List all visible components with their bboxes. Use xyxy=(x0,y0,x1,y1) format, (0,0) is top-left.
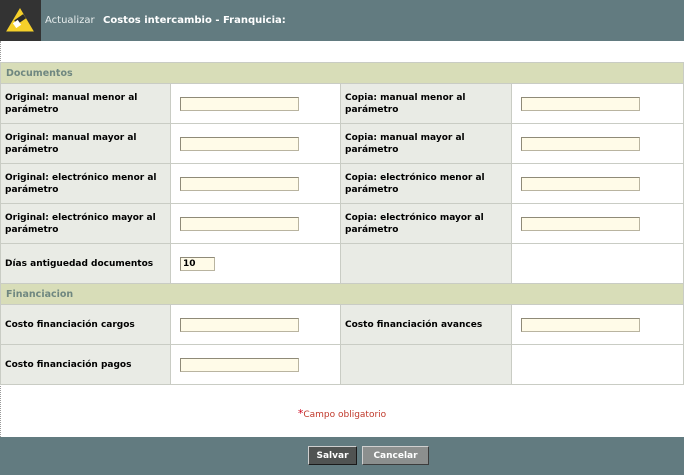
field-label: Costo financiación pagos xyxy=(0,344,171,385)
field-label: Original: manual menor al parámetro xyxy=(0,83,171,124)
costo-financiacion-cargos-input[interactable] xyxy=(180,317,299,332)
footer-bar: Salvar Cancelar xyxy=(0,437,684,475)
required-note: *Campo obligatorio xyxy=(0,407,684,420)
form-table: Documentos Original: manual menor al par… xyxy=(0,62,684,385)
form-row: Costo financiación cargos Costo financia… xyxy=(0,304,684,345)
original-electronico-menor-input[interactable] xyxy=(180,176,299,191)
form-row: Original: electrónico mayor al parámetro… xyxy=(0,203,684,244)
form-row: Original: manual mayor al parámetro Copi… xyxy=(0,123,684,164)
field-label: Copia: electrónico menor al parámetro xyxy=(340,163,512,204)
form-row: Días antiguedad documentos xyxy=(0,243,684,284)
title-bar: Actualizar Costos intercambio - Franquic… xyxy=(0,0,684,41)
original-manual-menor-input[interactable] xyxy=(180,96,299,111)
required-note-text: Campo obligatorio xyxy=(303,410,387,420)
copia-manual-mayor-input[interactable] xyxy=(521,136,640,151)
empty-cell xyxy=(340,243,512,284)
copia-electronico-mayor-input[interactable] xyxy=(521,216,640,231)
section-title: Documentos xyxy=(0,62,684,84)
copia-manual-menor-input[interactable] xyxy=(521,96,640,111)
dias-antiguedad-input[interactable] xyxy=(180,256,215,271)
section-title: Financiacion xyxy=(0,283,684,305)
costo-financiacion-pagos-input[interactable] xyxy=(180,357,299,372)
edit-pencil-icon xyxy=(6,8,34,32)
original-electronico-mayor-input[interactable] xyxy=(180,216,299,231)
form-row: Costo financiación pagos xyxy=(0,344,684,385)
empty-cell xyxy=(510,344,684,385)
cancel-button[interactable]: Cancelar xyxy=(362,446,429,465)
section-financiacion: Financiacion xyxy=(0,283,684,305)
form-row: Original: manual menor al parámetro Copi… xyxy=(0,83,684,124)
copia-electronico-menor-input[interactable] xyxy=(521,176,640,191)
field-label: Original: electrónico mayor al parámetro xyxy=(0,203,171,244)
action-label: Actualizar xyxy=(45,15,95,26)
edit-icon-box xyxy=(0,0,41,41)
section-documentos: Documentos xyxy=(0,62,684,84)
form-row: Original: electrónico menor al parámetro… xyxy=(0,163,684,204)
costo-financiacion-avances-input[interactable] xyxy=(521,317,640,332)
field-label: Original: electrónico menor al parámetro xyxy=(0,163,171,204)
original-manual-mayor-input[interactable] xyxy=(180,136,299,151)
field-label: Copia: electrónico mayor al parámetro xyxy=(340,203,512,244)
empty-cell xyxy=(340,344,512,385)
field-label: Costo financiación avances xyxy=(340,304,512,345)
field-label: Copia: manual menor al parámetro xyxy=(340,83,512,124)
field-label: Original: manual mayor al parámetro xyxy=(0,123,171,164)
field-label: Días antiguedad documentos xyxy=(0,243,171,284)
save-button[interactable]: Salvar xyxy=(308,446,357,465)
page-title: Costos intercambio - Franquicia: xyxy=(103,15,286,26)
empty-cell xyxy=(510,243,684,284)
field-label: Costo financiación cargos xyxy=(0,304,171,345)
field-label: Copia: manual mayor al parámetro xyxy=(340,123,512,164)
